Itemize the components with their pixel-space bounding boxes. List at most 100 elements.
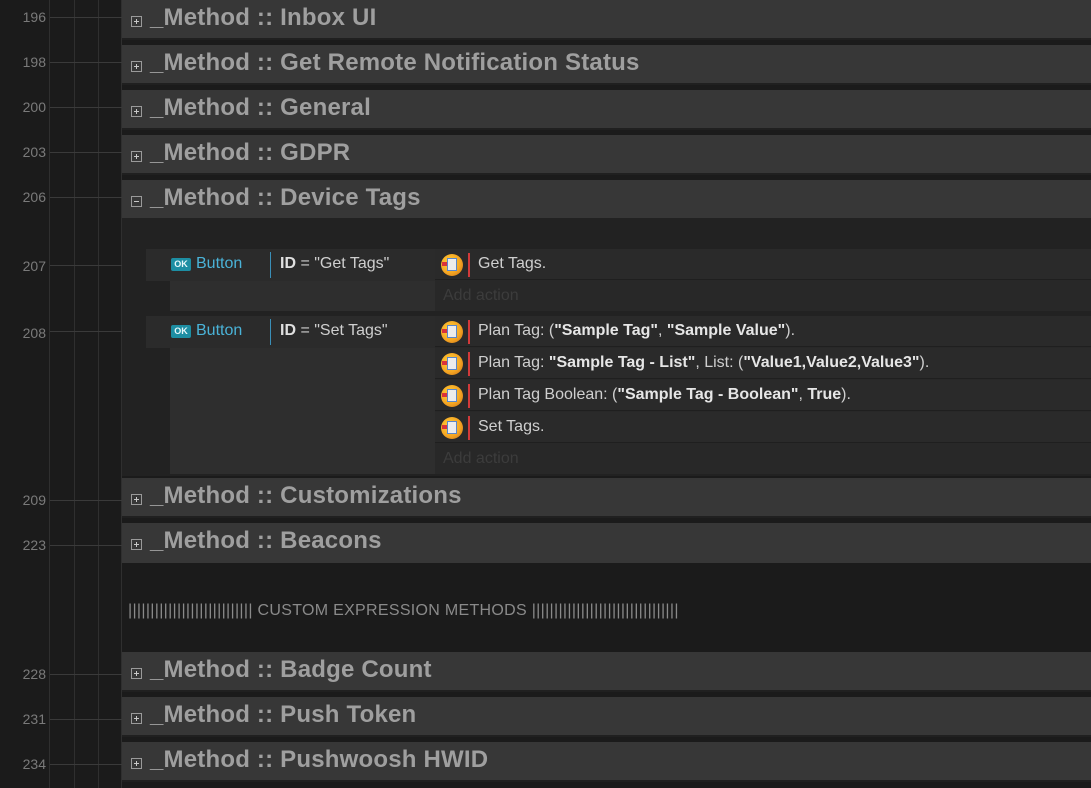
plus-toggle-icon[interactable]: [131, 494, 142, 505]
group-inbox-ui[interactable]: _Method :: Inbox UI: [122, 0, 1091, 40]
object-name[interactable]: Button: [196, 255, 242, 273]
tree-connector: [50, 674, 122, 675]
line-number: 200: [22, 99, 46, 115]
event-get-tags[interactable]: OK Button ID = "Get Tags": [146, 249, 435, 311]
gutter-guide: [74, 0, 75, 788]
group-badge-count[interactable]: _Method :: Badge Count: [122, 652, 1091, 692]
event-indent: [146, 281, 170, 311]
tree-connector: [50, 764, 122, 765]
action-separator: [468, 416, 470, 440]
action-text: Plan Tag: "Sample Tag - List", List: ("V…: [478, 354, 929, 372]
event-condition[interactable]: OK Button ID = "Set Tags": [146, 316, 435, 348]
comment-line[interactable]: |||||||||||||||||||||||||||| CUSTOM EXPR…: [128, 602, 679, 620]
line-number: 209: [22, 492, 46, 508]
condition-value: = "Get Tags": [296, 255, 390, 272]
action-param: "Sample Value": [666, 322, 786, 339]
action-text: Plan Tag Boolean: ("Sample Tag - Boolean…: [478, 386, 851, 404]
line-number: 203: [22, 144, 46, 160]
add-action-link[interactable]: Add action: [443, 450, 519, 468]
group-title: _Method :: Device Tags: [150, 184, 421, 211]
action-text-part: ).: [841, 386, 851, 403]
group-beacons[interactable]: _Method :: Beacons: [122, 523, 1091, 563]
gutter-guide: [98, 0, 99, 788]
tree-connector: [50, 107, 122, 108]
event-condition[interactable]: OK Button ID = "Get Tags": [146, 249, 435, 281]
action-row[interactable]: Get Tags.: [435, 249, 1091, 280]
action-text-part: Plan Tag Boolean: (: [478, 386, 618, 403]
event-set-tags[interactable]: OK Button ID = "Set Tags": [146, 316, 435, 474]
line-number: 231: [22, 711, 46, 727]
plus-toggle-icon[interactable]: [131, 713, 142, 724]
tree-connector: [50, 152, 122, 153]
line-number: 208: [22, 325, 46, 341]
tree-connector: [50, 62, 122, 63]
tree-connector: [50, 719, 122, 720]
action-param: True: [807, 386, 842, 403]
group-title: _Method :: Customizations: [150, 482, 462, 509]
condition-key: ID: [280, 322, 296, 339]
gutter-guide: [49, 0, 50, 788]
action-separator: [468, 253, 470, 277]
action-row[interactable]: Plan Tag: ("Sample Tag", "Sample Value")…: [435, 316, 1091, 347]
pushwoosh-plugin-icon: [441, 321, 463, 343]
condition-divider: [270, 252, 271, 278]
line-number: 234: [22, 756, 46, 772]
group-device-tags[interactable]: _Method :: Device Tags: [122, 180, 1091, 220]
condition-text[interactable]: ID = "Set Tags": [280, 322, 388, 340]
plus-toggle-icon[interactable]: [131, 539, 142, 550]
object-name[interactable]: Button: [196, 322, 242, 340]
group-general[interactable]: _Method :: General: [122, 90, 1091, 130]
event-indent: [146, 348, 170, 474]
action-text-part: Plan Tag:: [478, 354, 549, 371]
pushwoosh-plugin-icon: [441, 417, 463, 439]
tree-connector: [50, 545, 122, 546]
group-push-token[interactable]: _Method :: Push Token: [122, 697, 1091, 737]
plus-toggle-icon[interactable]: [131, 61, 142, 72]
pushwoosh-plugin-icon: [441, 254, 463, 276]
minus-toggle-icon[interactable]: [131, 196, 142, 207]
action-list-set-tags: Plan Tag: ("Sample Tag", "Sample Value")…: [435, 316, 1091, 474]
group-title: _Method :: Badge Count: [150, 656, 432, 683]
plus-toggle-icon[interactable]: [131, 106, 142, 117]
line-number: 228: [22, 666, 46, 682]
tree-connector: [50, 197, 122, 198]
plus-toggle-icon[interactable]: [131, 668, 142, 679]
line-number: 196: [22, 9, 46, 25]
group-title: _Method :: Push Token: [150, 701, 417, 728]
action-separator: [468, 352, 470, 376]
action-separator: [468, 320, 470, 344]
action-param: "Sample Tag - Boolean": [617, 386, 799, 403]
group-remote-notification-status[interactable]: _Method :: Get Remote Notification Statu…: [122, 45, 1091, 85]
action-text-part: ).: [785, 322, 796, 339]
plus-toggle-icon[interactable]: [131, 758, 142, 769]
action-list-get-tags: Get Tags. Add action: [435, 249, 1091, 311]
action-row[interactable]: Set Tags.: [435, 412, 1091, 443]
condition-text[interactable]: ID = "Get Tags": [280, 255, 389, 273]
action-text-part: ,: [658, 322, 667, 339]
tree-connector: [50, 17, 122, 18]
pushwoosh-plugin-icon: [441, 385, 463, 407]
add-action-link[interactable]: Add action: [443, 287, 519, 305]
condition-key: ID: [280, 255, 296, 272]
action-text: Set Tags.: [478, 418, 545, 435]
action-param: "Sample Tag - List": [548, 354, 696, 371]
group-pushwoosh-hwid[interactable]: _Method :: Pushwoosh HWID: [122, 742, 1091, 782]
group-title: _Method :: GDPR: [150, 139, 351, 166]
condition-value: = "Set Tags": [296, 322, 388, 339]
plus-toggle-icon[interactable]: [131, 16, 142, 27]
group-title: _Method :: Beacons: [150, 527, 382, 554]
action-text-part: ).: [919, 354, 930, 371]
action-text: Plan Tag: ("Sample Tag", "Sample Value")…: [478, 322, 795, 340]
action-row[interactable]: Plan Tag Boolean: ("Sample Tag - Boolean…: [435, 380, 1091, 411]
action-text-part: Plan Tag: (: [478, 322, 555, 339]
line-number: 223: [22, 537, 46, 553]
group-customizations[interactable]: _Method :: Customizations: [122, 478, 1091, 518]
action-text: Get Tags.: [478, 255, 547, 272]
group-title: _Method :: Inbox UI: [150, 4, 377, 31]
plus-toggle-icon[interactable]: [131, 151, 142, 162]
group-title: _Method :: General: [150, 94, 371, 121]
group-gdpr[interactable]: _Method :: GDPR: [122, 135, 1091, 175]
action-separator: [468, 384, 470, 408]
action-row[interactable]: Plan Tag: "Sample Tag - List", List: ("V…: [435, 348, 1091, 379]
action-text-part: , List: (: [695, 354, 744, 371]
